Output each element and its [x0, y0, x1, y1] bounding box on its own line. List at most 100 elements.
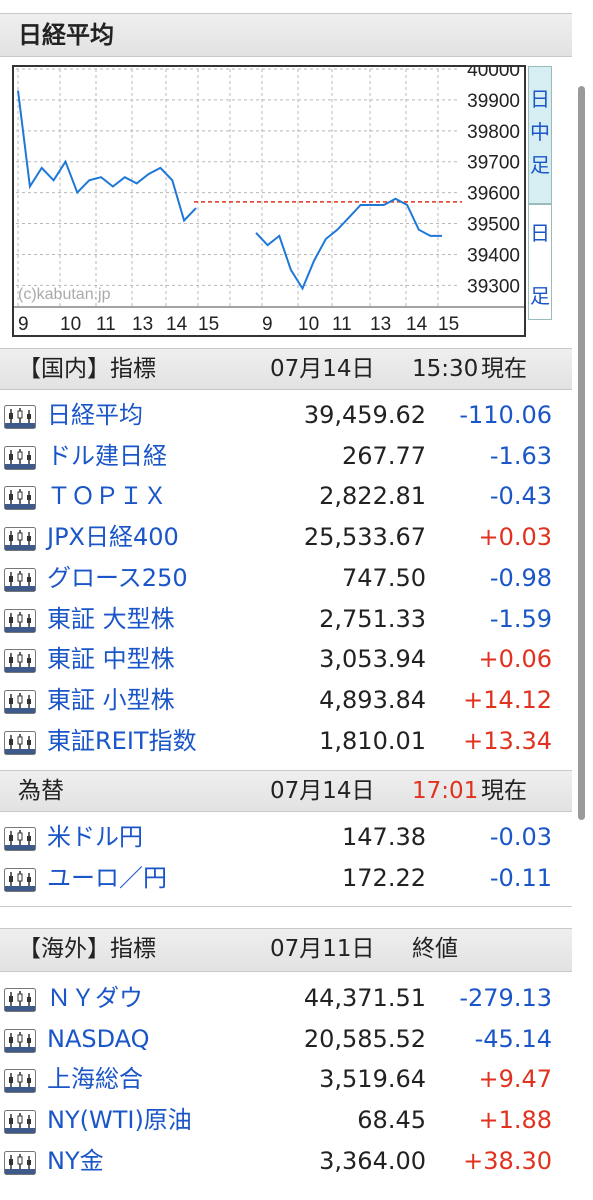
overseas-indices-header: 【海外】指標 07月11日 終値 [0, 928, 572, 972]
index-change: +14.12 [463, 685, 552, 714]
x-tick-label: 9 [18, 314, 29, 335]
header-time: 15:30 [412, 356, 479, 382]
chart-icon[interactable] [4, 445, 36, 470]
index-change: -45.14 [474, 1024, 552, 1053]
index-value: 267.77 [342, 441, 426, 470]
index-name-link[interactable]: 東証 大型株 [47, 603, 175, 635]
nikkei-intraday-chart[interactable]: 40000 39900 39800 39700 39600 39500 39400 39300… [12, 60, 526, 337]
y-tick-label: 39700 [467, 153, 520, 174]
section-header-nikkei: 日経平均 [0, 13, 572, 57]
chart-svg: 40000 39900 39800 39700 39600 39500 39400 39300… [14, 60, 524, 335]
chart-icon[interactable] [4, 1150, 36, 1175]
index-change: -0.11 [489, 863, 552, 892]
header-date: 07月11日 [270, 936, 375, 962]
index-name-link[interactable]: 上海総合 [47, 1063, 143, 1095]
index-change: -110.06 [459, 401, 552, 429]
index-row[interactable]: 日経平均 39,459.62 -110.06 [0, 395, 572, 436]
index-name-link[interactable]: ドル建日経 [47, 440, 167, 472]
y-tick-label: 39600 [467, 184, 520, 205]
index-row[interactable]: NASDAQ 20,585.52 -45.14 [0, 1019, 572, 1060]
tab-daily-candle[interactable]: 日 足 [528, 204, 552, 320]
index-row[interactable]: ドル建日経 267.77 -1.63 [0, 436, 572, 477]
side-label-char: 日 [530, 87, 550, 111]
index-name-link[interactable]: グロース250 [47, 562, 188, 594]
index-row[interactable]: 東証 中型株 3,053.94 +0.06 [0, 639, 572, 680]
series-line-day1 [17, 90, 197, 223]
index-name-link[interactable]: 東証REIT指数 [47, 725, 197, 757]
x-tick-label: 11 [332, 314, 352, 335]
index-row[interactable]: ユーロ／円 172.22 -0.11 [0, 858, 572, 899]
y-tick-label: 39900 [467, 91, 520, 112]
index-row[interactable]: NY(WTI)原油 68.45 +1.88 [0, 1100, 572, 1141]
index-name-link[interactable]: 東証 中型株 [47, 643, 175, 675]
tab-daily-intraday[interactable]: 日 中 足 [528, 66, 552, 204]
index-row[interactable]: 米ドル円 147.38 -0.03 [0, 817, 572, 858]
index-name-link[interactable]: ＴＯＰＩＸ [47, 480, 167, 512]
index-value: 20,585.52 [303, 1024, 426, 1053]
chart-icon[interactable] [4, 1028, 36, 1053]
index-name-link[interactable]: JPX日経400 [47, 521, 179, 553]
chart-icon[interactable] [4, 608, 36, 633]
x-tick-label: 10 [298, 314, 319, 335]
index-row[interactable]: NY金 3,364.00 +38.30 [0, 1141, 572, 1182]
index-row[interactable]: 東証 大型株 2,751.33 -1.59 [0, 599, 572, 640]
scrollbar[interactable] [578, 86, 585, 820]
index-name-link[interactable]: 米ドル円 [47, 821, 143, 853]
chart-icon[interactable] [4, 486, 36, 511]
x-tick-label: 14 [166, 314, 188, 335]
index-change: -0.03 [489, 823, 552, 851]
index-row[interactable]: グロース250 747.50 -0.98 [0, 558, 572, 599]
section-divider [0, 906, 572, 907]
chart-icon[interactable] [4, 405, 36, 429]
x-tick-label: 14 [406, 314, 428, 335]
x-tick-label: 15 [198, 314, 219, 335]
index-name-link[interactable]: NY(WTI)原油 [47, 1104, 192, 1136]
chart-watermark: (c)kabutan.jp [18, 286, 111, 303]
index-value: 3,053.94 [319, 645, 426, 674]
chart-icon[interactable] [4, 689, 36, 714]
index-row[interactable]: 上海総合 3,519.64 +9.47 [0, 1059, 572, 1100]
index-name-link[interactable]: ＮＹダウ [47, 982, 143, 1014]
index-value: 25,533.67 [303, 523, 426, 552]
index-change: -1.63 [489, 441, 552, 470]
index-row[interactable]: ＴＯＰＩＸ 2,822.81 -0.43 [0, 476, 572, 517]
index-value: 147.38 [342, 823, 426, 851]
side-label-char: 日 [530, 221, 550, 245]
x-tick-label: 9 [262, 314, 273, 335]
index-value: 3,364.00 [319, 1146, 426, 1175]
index-value: 747.50 [342, 563, 426, 592]
index-row[interactable]: 東証 小型株 4,893.84 +14.12 [0, 680, 572, 721]
chart-icon[interactable] [4, 827, 36, 851]
y-tick-label: 39400 [467, 245, 520, 266]
index-value: 172.22 [342, 863, 426, 892]
x-tick-label: 15 [438, 314, 459, 335]
chart-icon[interactable] [4, 730, 36, 755]
chart-icon[interactable] [4, 867, 36, 892]
index-change: +0.06 [478, 645, 552, 674]
index-name-link[interactable]: ユーロ／円 [47, 862, 167, 894]
index-change: -1.59 [489, 604, 552, 633]
index-row[interactable]: ＮＹダウ 44,371.51 -279.13 [0, 978, 572, 1019]
domestic-indices-header: 【国内】指標 07月14日 15:30 現在 [0, 348, 572, 390]
index-row[interactable]: 東証REIT指数 1,810.01 +13.34 [0, 721, 572, 762]
header-label: 【国内】指標 [18, 356, 156, 382]
header-time: 17:01 [412, 778, 479, 804]
index-change: +1.88 [478, 1106, 552, 1135]
index-name-link[interactable]: 東証 小型株 [47, 684, 175, 716]
index-value: 1,810.01 [319, 726, 426, 755]
index-value: 39,459.62 [303, 401, 426, 429]
index-name-link[interactable]: NY金 [47, 1145, 104, 1177]
index-change: -0.43 [489, 482, 552, 511]
chart-icon[interactable] [4, 1069, 36, 1094]
chart-icon[interactable] [4, 527, 36, 552]
chart-icon[interactable] [4, 988, 36, 1012]
index-row[interactable]: JPX日経400 25,533.67 +0.03 [0, 517, 572, 558]
chart-icon[interactable] [4, 649, 36, 674]
index-name-link[interactable]: NASDAQ [47, 1023, 150, 1055]
index-value: 3,519.64 [319, 1065, 426, 1094]
chart-icon[interactable] [4, 567, 36, 592]
index-name-link[interactable]: 日経平均 [47, 399, 143, 431]
index-change: +9.47 [478, 1065, 552, 1094]
chart-icon[interactable] [4, 1110, 36, 1135]
index-change: +38.30 [463, 1146, 552, 1175]
